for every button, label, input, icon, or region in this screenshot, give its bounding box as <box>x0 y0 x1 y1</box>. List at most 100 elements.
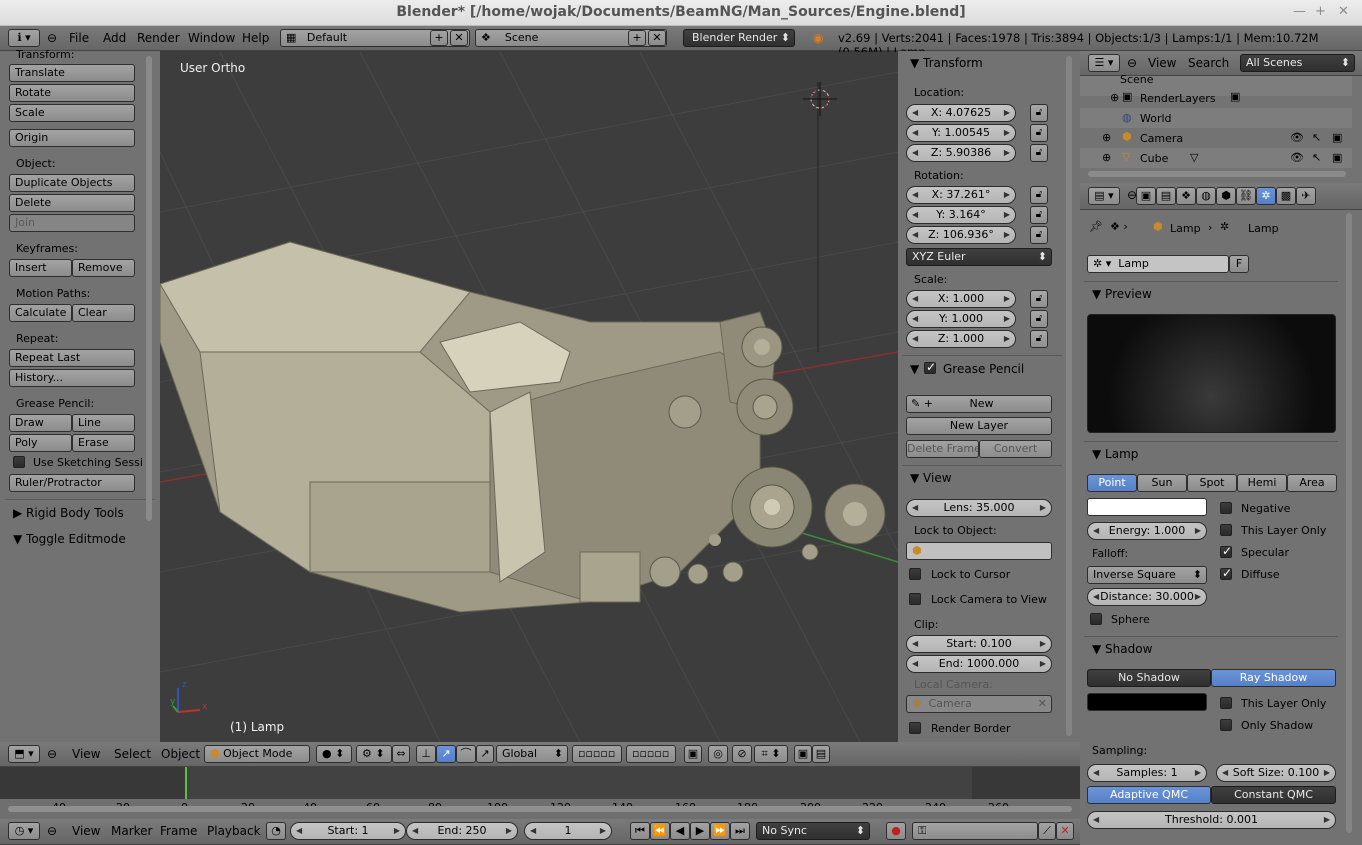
lamp-type-sun[interactable]: Sun <box>1137 474 1187 492</box>
render-camera-icon[interactable]: ▣ <box>794 745 812 763</box>
lock-icon[interactable]: 🔓︎ <box>1030 206 1048 224</box>
editor-type-3d[interactable]: ⬒ ▾ <box>8 745 40 763</box>
menu-help[interactable]: Help <box>242 31 269 45</box>
clear-button[interactable]: Clear <box>72 304 135 322</box>
timeline-scrollbar[interactable] <box>8 806 1072 812</box>
grease-pencil-checkbox[interactable] <box>924 360 936 374</box>
play-reverse-icon[interactable]: ◀ <box>670 822 690 840</box>
jump-start-icon[interactable]: ⏮ <box>630 822 650 840</box>
outliner-row[interactable]: ⊕ ⬢ Camera 👁︎ ↖ ▣ <box>1080 128 1352 148</box>
snap-toggle-icon[interactable]: ⊘ <box>732 745 752 763</box>
poly-button[interactable]: Poly <box>9 434 72 452</box>
selectable-arrow-icon[interactable]: ↖ <box>1312 131 1321 144</box>
visibility-eye-icon[interactable]: 👁︎ <box>1290 151 1304 164</box>
toggle-editmode-panel[interactable]: ▼ Toggle Editmode <box>13 532 126 546</box>
play-icon[interactable]: ▶ <box>690 822 710 840</box>
menu-search[interactable]: Search <box>1188 56 1229 70</box>
object-tab-icon[interactable]: ⬢ <box>1216 187 1236 205</box>
lamp-panel-toggle[interactable]: ▼ Lamp <box>1092 447 1138 461</box>
layers-grid-a[interactable]: ▫▫▫▫▫ <box>572 745 622 763</box>
rotation-z-field[interactable]: ◀ Z: 106.936° ▶ <box>906 226 1016 244</box>
record-icon[interactable]: ● <box>886 822 906 840</box>
collapse-icon[interactable]: ⊖ <box>1127 56 1137 70</box>
render-tab-icon[interactable]: ▣ <box>1136 187 1156 205</box>
lamp-type-spot[interactable]: Spot <box>1187 474 1237 492</box>
expand-icon[interactable]: ⊕ <box>1102 131 1111 144</box>
editor-type-info[interactable]: ℹ ▾ <box>8 29 40 47</box>
menu-view[interactable]: View <box>72 747 100 761</box>
minimize-button[interactable]: — <box>1293 4 1306 19</box>
preview-range-icon[interactable]: ◔ <box>266 822 286 840</box>
manipulator-extra-icon[interactable]: ↗ <box>476 745 494 763</box>
add-scene-icon[interactable]: + <box>628 30 646 46</box>
location-x-field[interactable]: ◀ X: 4.07625 ▶ <box>906 104 1016 122</box>
texture-tab-icon[interactable]: ▩ <box>1276 187 1296 205</box>
shadow-panel-toggle[interactable]: ▼ Shadow <box>1092 642 1152 656</box>
lock-camera-checkbox[interactable] <box>909 593 921 605</box>
duplicate-objects-button[interactable]: Duplicate Objects <box>9 174 135 192</box>
manipulator-translate-icon[interactable]: ⊥ <box>416 745 436 763</box>
line-button[interactable]: Line <box>72 414 135 432</box>
rotation-mode-selector[interactable]: XYZ Euler ⬍ <box>906 248 1052 266</box>
world-tab-icon[interactable]: ◍ <box>1196 187 1216 205</box>
menu-view[interactable]: View <box>72 824 100 838</box>
draw-button[interactable]: Draw <box>9 414 72 432</box>
lock-icon[interactable]: 🔓︎ <box>1030 226 1048 244</box>
manipulator-rotate-icon[interactable]: ↗ <box>436 745 456 763</box>
sketching-checkbox[interactable] <box>13 456 25 468</box>
maximize-button[interactable]: + <box>1315 4 1326 19</box>
editor-type-properties[interactable]: ▤ ▾ <box>1088 187 1120 205</box>
soft-size-field[interactable]: ◀ Soft Size: 0.100 ▶ <box>1216 764 1336 782</box>
expand-icon[interactable]: ⊕ <box>1102 151 1111 164</box>
render-anim-icon[interactable]: ▤ <box>812 745 830 763</box>
ray-shadow-button[interactable]: Ray Shadow <box>1211 669 1336 687</box>
visibility-eye-icon[interactable]: 👁︎ <box>1290 131 1304 144</box>
keying-set-field[interactable]: ⚿ <box>912 822 1038 840</box>
physics-tab-icon[interactable]: ✈ <box>1296 187 1316 205</box>
orientation-selector[interactable]: Global ⬍ <box>496 745 568 763</box>
lock-icon[interactable]: 🔓︎ <box>1030 104 1048 122</box>
delete-frame-button[interactable]: Delete Frame <box>906 440 979 458</box>
lamp-type-point[interactable]: Point <box>1087 474 1137 492</box>
threshold-field[interactable]: ◀ Threshold: 0.001 ▶ <box>1087 811 1336 829</box>
menu-frame[interactable]: Frame <box>160 824 197 838</box>
this-layer-only-checkbox[interactable] <box>1220 524 1232 536</box>
pin-icon[interactable]: 📌︎ <box>1089 220 1103 233</box>
3d-viewport[interactable]: User Ortho (1) Lamp z x y <box>160 52 898 742</box>
jump-keyframe-forward-icon[interactable]: ⏩ <box>710 822 730 840</box>
expand-icon[interactable]: ⊕ <box>1110 91 1119 104</box>
menu-file[interactable]: File <box>69 31 89 45</box>
lamp-type-hemi[interactable]: Hemi <box>1237 474 1287 492</box>
lock-cursor-checkbox[interactable] <box>909 568 921 580</box>
end-frame-field[interactable]: ◀ End: 250 ▶ <box>406 822 518 840</box>
render-engine-selector[interactable]: Blender Render ⬍ <box>683 29 795 47</box>
sync-selector[interactable]: No Sync ⬍ <box>756 822 870 840</box>
proportional-edit-icon[interactable]: ◎ <box>708 745 728 763</box>
energy-field[interactable]: ◀ Energy: 1.000 ▶ <box>1087 522 1207 540</box>
shadow-this-layer-checkbox[interactable] <box>1220 697 1232 709</box>
local-camera-field[interactable]: ⬢ Camera ✕ <box>906 695 1052 713</box>
snap-element-icon[interactable]: ⌗ ⬍ <box>754 745 788 763</box>
rotation-x-field[interactable]: ◀ X: 37.261° ▶ <box>906 186 1016 204</box>
scale-y-field[interactable]: ◀ Y: 1.000 ▶ <box>906 310 1016 328</box>
shadow-color-swatch[interactable] <box>1087 693 1207 711</box>
menu-window[interactable]: Window <box>188 31 235 45</box>
menu-select[interactable]: Select <box>114 747 151 761</box>
clip-end-field[interactable]: ◀ End: 1000.000 ▶ <box>906 655 1052 673</box>
view-panel-toggle[interactable]: ▼ View <box>910 471 952 485</box>
rigid-body-panel-toggle[interactable]: ▶ Rigid Body Tools <box>13 506 124 520</box>
lamp-data-tab-icon[interactable]: ✲ <box>1256 187 1276 205</box>
convert-button[interactable]: Convert <box>979 440 1052 458</box>
grease-pencil-panel-toggle[interactable]: ▼ <box>910 362 919 376</box>
diffuse-checkbox[interactable] <box>1220 566 1232 580</box>
jump-end-icon[interactable]: ⏭ <box>730 822 750 840</box>
rotation-y-field[interactable]: ◀ Y: 3.164° ▶ <box>906 206 1016 224</box>
lock-icon[interactable]: 🔓︎ <box>1030 330 1048 348</box>
menu-object[interactable]: Object <box>161 747 200 761</box>
scale-z-field[interactable]: ◀ Z: 1.000 ▶ <box>906 330 1016 348</box>
location-y-field[interactable]: ◀ Y: 1.00545 ▶ <box>906 124 1016 142</box>
close-window-button[interactable]: ✕ <box>1338 4 1349 19</box>
lock-layer-icon[interactable]: ▣ <box>684 745 702 763</box>
lamp-type-area[interactable]: Area <box>1287 474 1337 492</box>
jump-keyframe-back-icon[interactable]: ⏪ <box>650 822 670 840</box>
